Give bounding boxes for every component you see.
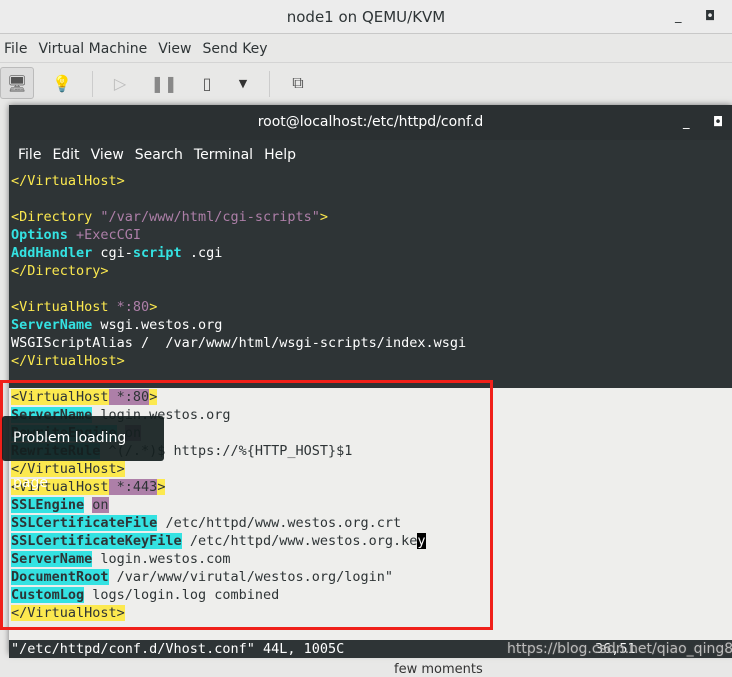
code-line: SSLEngine on [11, 496, 426, 514]
code-token: "/var/www/html/cgi-scripts" [100, 209, 320, 225]
background-text: few moments [394, 662, 483, 677]
terminal-titlebar: root@localhost:/etc/httpd/conf.d _ ◘ [9, 105, 732, 140]
code-token: > [157, 479, 166, 495]
code-token: /var/www/virutal/westos.org/login" [108, 569, 394, 585]
terminal-window: root@localhost:/etc/httpd/conf.d _ ◘ Fil… [9, 105, 732, 658]
maximize-icon[interactable]: ◘ [705, 0, 715, 34]
power-icon[interactable]: ▯ [190, 67, 224, 99]
code-line: </VirtualHost> [11, 604, 426, 622]
code-line: <VirtualHost *:80> [11, 388, 426, 406]
code-token: on [92, 497, 109, 513]
code-line: AddHandler cgi-script .cgi [11, 244, 466, 262]
terminal-text-dark[interactable]: </VirtualHost> <Directory "/var/www/html/… [11, 172, 466, 370]
code-token: *:80 [116, 299, 150, 315]
code-token: ServerName [11, 551, 93, 567]
toolbar-separator [92, 71, 93, 97]
code-token: y [417, 533, 426, 549]
code-line: ServerName login.westos.com [11, 550, 426, 568]
code-token: </VirtualHost> [11, 173, 125, 189]
code-token: logs/login.log combined [84, 587, 280, 603]
code-token: .cgi [181, 245, 223, 261]
code-line: Options +ExecCGI [11, 226, 466, 244]
window-title: node1 on QEMU/KVM [286, 8, 446, 26]
code-line: SSLCertificateFile /etc/httpd/www.westos… [11, 514, 426, 532]
menubar: File Virtual Machine View Send Key [0, 35, 732, 63]
code-token: *:443 [108, 479, 158, 495]
code-token: </Directory> [11, 263, 109, 279]
terminal-menu-search[interactable]: Search [135, 147, 183, 163]
tooltip: Problem loading page [2, 416, 164, 491]
code-token: > [149, 299, 158, 315]
watermark: https://blog.csdn.net/qiao_qing8 [507, 641, 732, 657]
code-token: DocumentRoot [11, 569, 109, 585]
code-token: wsgi.westos.org [92, 317, 223, 333]
code-token: > [149, 389, 158, 405]
code-line: </VirtualHost> [11, 172, 466, 190]
code-line: SSLCertificateKeyFile /etc/httpd/www.wes… [11, 532, 426, 550]
code-line: DocumentRoot /var/www/virutal/westos.org… [11, 568, 426, 586]
code-token: ServerName [11, 317, 93, 333]
pause-icon[interactable]: ❚❚ [147, 67, 181, 99]
code-token: WSGIScriptAlias / /var/www/html/wsgi-scr… [11, 335, 467, 351]
terminal-menu-file[interactable]: File [18, 147, 41, 163]
code-token: SSLCertificateFile [11, 515, 158, 531]
toolbar: 🖥 💡 ▷ ❚❚ ▯ ▼ ⧉ [0, 63, 732, 105]
code-line: ServerName wsgi.westos.org [11, 316, 466, 334]
code-token: script [132, 245, 182, 261]
terminal-menu-terminal[interactable]: Terminal [194, 147, 253, 163]
code-token: *:80 [108, 389, 150, 405]
code-line: CustomLog logs/login.log combined [11, 586, 426, 604]
vim-file-info: "/etc/httpd/conf.d/Vhost.conf" 44L, 1005… [11, 641, 345, 657]
terminal-title: root@localhost:/etc/httpd/conf.d [257, 114, 484, 130]
code-line: <VirtualHost *:443> [11, 478, 426, 496]
code-line: WSGIScriptAlias / /var/www/html/wsgi-scr… [11, 334, 466, 352]
snapshot-icon[interactable]: ⧉ [281, 67, 315, 99]
menu-virtual-machine[interactable]: Virtual Machine [38, 41, 147, 57]
code-token: CustomLog [11, 587, 85, 603]
minimize-icon[interactable]: _ [675, 0, 682, 34]
code-token: /etc/httpd/www.westos.org.ke [181, 533, 418, 549]
code-token: </VirtualHost> [11, 605, 125, 621]
toolbar-separator [269, 71, 270, 97]
menu-view[interactable]: View [158, 41, 191, 57]
terminal-maximize-icon[interactable]: ◘ [713, 105, 723, 140]
code-token: AddHandler [11, 245, 93, 261]
terminal-menubar: File Edit View Search Terminal Help [9, 140, 732, 170]
code-token: </VirtualHost> [11, 353, 125, 369]
run-play-icon[interactable]: ▷ [103, 67, 137, 99]
code-token: +ExecCGI [67, 227, 142, 243]
code-token: cgi- [92, 245, 133, 261]
code-token: <VirtualHost [11, 299, 117, 315]
details-lightbulb-icon[interactable]: 💡 [45, 67, 79, 99]
code-line: </VirtualHost> [11, 460, 426, 478]
menu-file[interactable]: File [4, 41, 27, 57]
terminal-menu-edit[interactable]: Edit [52, 147, 79, 163]
code-token: Options [11, 227, 68, 243]
code-token: SSLCertificateKeyFile [11, 533, 182, 549]
code-line: <VirtualHost *:80> [11, 298, 466, 316]
terminal-menu-view[interactable]: View [91, 147, 124, 163]
code-token: > [319, 209, 328, 225]
code-line: </VirtualHost> [11, 352, 466, 370]
power-dropdown-icon[interactable]: ▼ [226, 67, 260, 99]
menu-send-key[interactable]: Send Key [202, 41, 267, 57]
window-titlebar: node1 on QEMU/KVM _ ◘ [0, 0, 732, 34]
code-line: <Directory "/var/www/html/cgi-scripts"> [11, 208, 466, 226]
terminal-menu-help[interactable]: Help [264, 147, 296, 163]
code-line: </Directory> [11, 262, 466, 280]
code-token: <VirtualHost [11, 389, 109, 405]
terminal-minimize-icon[interactable]: _ [683, 105, 690, 140]
code-token: <Directory [11, 209, 101, 225]
code-token: /etc/httpd/www.westos.org.crt [157, 515, 402, 531]
code-token: login.westos.com [92, 551, 231, 567]
console-monitor-icon[interactable]: 🖥 [0, 67, 34, 99]
